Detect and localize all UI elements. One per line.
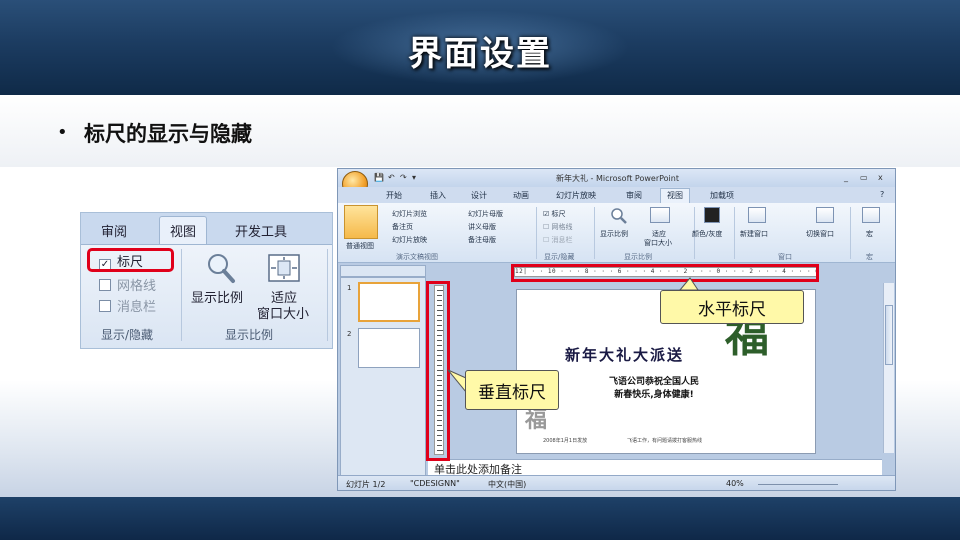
callout-pointers [447, 277, 699, 394]
horizontal-ruler-callout: 水平标尺 [660, 290, 804, 324]
vertical-callout-pointer [447, 369, 467, 394]
vertical-ruler-callout: 垂直标尺 [465, 370, 559, 410]
horizontal-callout-pointer [678, 277, 699, 291]
